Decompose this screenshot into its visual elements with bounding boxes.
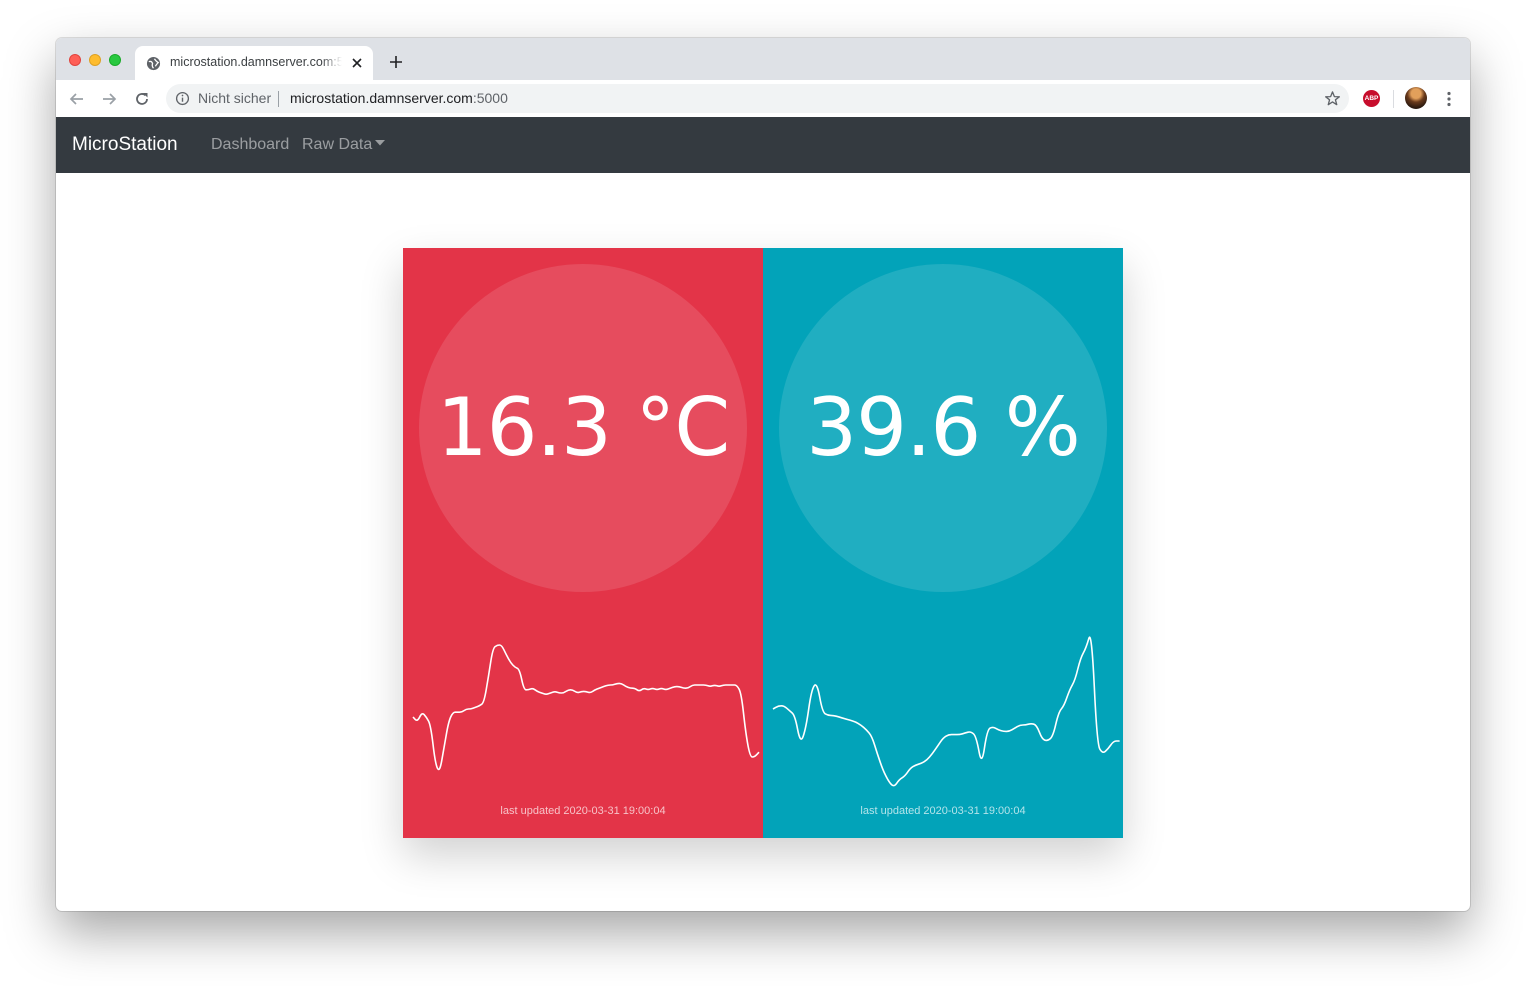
back-arrow-icon[interactable] bbox=[68, 90, 86, 108]
browser-toolbar: Nicht sicher microstation.damnserver.com… bbox=[56, 80, 1470, 118]
temperature-panel: 16.3 °C last updated 2020-03-31 19:00:04 bbox=[403, 248, 763, 838]
star-icon[interactable] bbox=[1324, 90, 1341, 107]
humidity-sparkline-series bbox=[772, 636, 1120, 787]
security-label[interactable]: Nicht sicher bbox=[198, 90, 271, 106]
temperature-reading: 16.3 °C bbox=[436, 381, 730, 474]
humidity-panel: 39.6 % last updated 2020-03-31 19:00:04 bbox=[763, 248, 1123, 838]
globe-icon bbox=[146, 56, 161, 71]
caret-down-icon bbox=[375, 140, 386, 146]
nav-link-dashboard[interactable]: Dashboard bbox=[211, 136, 289, 154]
temperature-sparkline-series bbox=[412, 644, 760, 771]
adblock-extension-icon[interactable]: ABP bbox=[1363, 90, 1380, 107]
profile-avatar[interactable] bbox=[1405, 87, 1427, 109]
reload-icon[interactable] bbox=[133, 90, 151, 108]
temperature-last-updated: last updated 2020-03-31 19:00:04 bbox=[500, 805, 666, 817]
dashboard-card: 16.3 °C last updated 2020-03-31 19:00:04… bbox=[403, 248, 1123, 838]
site-navbar: MicroStation Dashboard Raw Data bbox=[56, 117, 1470, 173]
omnibox-divider bbox=[278, 91, 279, 107]
url-port: :5000 bbox=[472, 90, 508, 106]
new-tab-plus-icon[interactable] bbox=[388, 54, 404, 70]
nav-link-raw-data: Raw Data bbox=[302, 136, 373, 153]
address-bar[interactable]: Nicht sicher microstation.damnserver.com… bbox=[166, 84, 1349, 113]
window-maximize-button[interactable] bbox=[109, 54, 121, 66]
window-close-button[interactable] bbox=[69, 54, 81, 66]
close-icon[interactable] bbox=[350, 56, 364, 70]
window-minimize-button[interactable] bbox=[89, 54, 101, 66]
kebab-menu-icon[interactable] bbox=[1440, 90, 1458, 108]
tab-title: microstation.damnserver.com:5000 bbox=[170, 55, 342, 69]
nav-dropdown-raw-data[interactable]: Raw Data bbox=[302, 136, 386, 154]
toolbar-divider bbox=[1393, 90, 1394, 108]
url-host: microstation.damnserver.com bbox=[290, 90, 473, 106]
navbar-brand[interactable]: MicroStation bbox=[72, 134, 178, 156]
temperature-sparkline bbox=[412, 644, 760, 771]
forward-arrow-icon[interactable] bbox=[100, 90, 118, 108]
abp-label: ABP bbox=[1364, 95, 1379, 102]
humidity-sparkline bbox=[772, 636, 1120, 787]
browser-tab[interactable]: microstation.damnserver.com:5000 bbox=[135, 46, 373, 80]
tab-strip: microstation.damnserver.com:5000 bbox=[56, 38, 1470, 80]
humidity-reading: 39.6 % bbox=[806, 381, 1081, 474]
browser-window: microstation.damnserver.com:5000 Ni bbox=[56, 38, 1470, 911]
humidity-last-updated: last updated 2020-03-31 19:00:04 bbox=[860, 805, 1026, 817]
url-text[interactable]: microstation.damnserver.com:5000 bbox=[290, 90, 508, 106]
info-icon[interactable] bbox=[175, 91, 190, 106]
